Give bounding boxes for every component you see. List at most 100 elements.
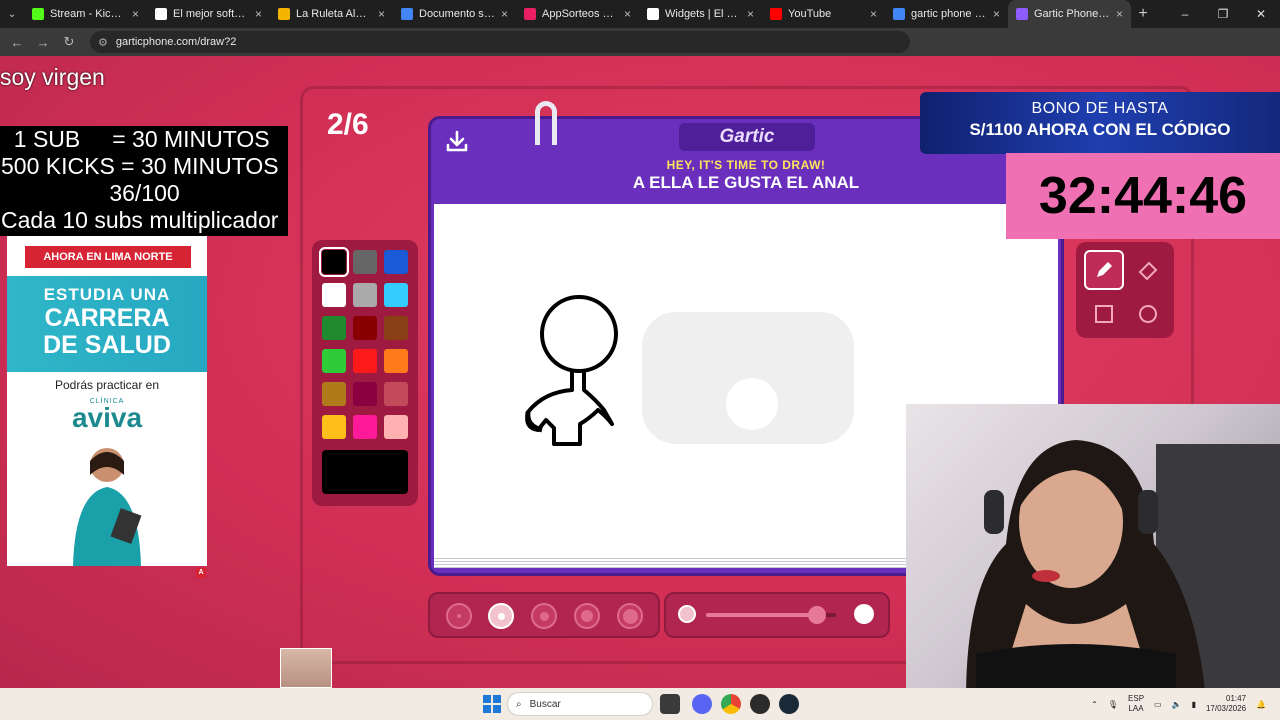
color-swatch[interactable] <box>322 415 346 439</box>
tab-close-icon[interactable]: × <box>501 7 508 21</box>
streamer-image <box>966 440 1280 688</box>
notifications-icon[interactable]: 🔔 <box>1256 700 1266 709</box>
restore-button[interactable]: ❐ <box>1204 0 1242 28</box>
steam-icon[interactable] <box>779 694 799 714</box>
tab-close-icon[interactable]: × <box>255 7 262 21</box>
tab-favicon-icon <box>32 8 44 20</box>
opacity-slider-thumb[interactable] <box>808 606 826 624</box>
brush-size-4[interactable] <box>574 603 600 629</box>
multiplier-text: Cada 10 subs multiplicador <box>1 207 279 233</box>
color-swatch[interactable] <box>384 283 408 307</box>
minimize-button[interactable]: – <box>1166 0 1204 28</box>
battery-icon[interactable]: ▮ <box>1192 700 1196 709</box>
tab-close-icon[interactable]: × <box>1116 7 1123 21</box>
language-indicator[interactable]: ESP LAA <box>1128 694 1144 714</box>
color-swatch[interactable] <box>322 283 346 307</box>
back-button[interactable]: ← <box>6 31 28 53</box>
browser-tab[interactable]: Widgets | El mejor so × <box>639 0 762 28</box>
opacity-max-icon <box>854 604 874 624</box>
browser-tab[interactable]: Gartic Phone - The Te × <box>1008 0 1131 28</box>
tab-label: El mejor software <box>173 8 249 20</box>
rectangle-tool[interactable] <box>1084 294 1124 334</box>
browser-tab[interactable]: Stream - Kick Dashbo × <box>24 0 147 28</box>
discord-icon[interactable] <box>692 694 712 714</box>
windows-start-icon[interactable] <box>483 695 501 713</box>
clock[interactable]: 01:47 17/03/2026 <box>1206 694 1246 714</box>
tab-favicon-icon <box>1016 8 1028 20</box>
ad-choices-icon[interactable]: A <box>196 568 206 578</box>
tab-search-button[interactable]: ⌄ <box>0 0 24 28</box>
color-swatch[interactable] <box>384 415 408 439</box>
tab-label: Widgets | El mejor so <box>665 8 741 20</box>
browser-tab[interactable]: Documento sin título × <box>393 0 516 28</box>
obs-icon[interactable] <box>750 694 770 714</box>
color-swatch[interactable] <box>322 382 346 406</box>
microphone-icon[interactable]: 🎙 <box>1108 700 1118 709</box>
search-icon: ⌕ <box>516 698 522 710</box>
ad-headline-1: ESTUDIA UNA <box>43 285 171 304</box>
advertisement[interactable]: AHORA EN LIMA NORTE ESTUDIA UNA CARRERA … <box>7 236 207 566</box>
color-swatch[interactable] <box>384 250 408 274</box>
site-info-icon[interactable]: ⚙ <box>98 36 108 49</box>
color-swatch[interactable] <box>353 382 377 406</box>
tab-label: YouTube <box>788 8 832 20</box>
new-tab-button[interactable]: + <box>1131 5 1155 23</box>
chrome-icon[interactable] <box>721 694 741 714</box>
color-swatch[interactable] <box>322 349 346 373</box>
color-swatch[interactable] <box>353 415 377 439</box>
eraser-tool[interactable] <box>1128 250 1168 290</box>
volume-icon[interactable]: 🔈 <box>1172 700 1182 709</box>
color-swatch[interactable] <box>322 316 346 340</box>
ad-headline-3: DE SALUD <box>43 331 171 359</box>
tab-label: gartic phone - Buscar <box>911 8 987 20</box>
tab-close-icon[interactable]: × <box>624 7 631 21</box>
color-swatch[interactable] <box>353 349 377 373</box>
color-swatch[interactable] <box>353 283 377 307</box>
brush-size-5[interactable] <box>617 603 643 629</box>
network-icon[interactable]: ▭ <box>1154 700 1162 709</box>
brush-size-3[interactable] <box>531 603 557 629</box>
browser-tab[interactable]: YouTube × <box>762 0 885 28</box>
color-swatch[interactable] <box>319 247 349 277</box>
color-swatch[interactable] <box>353 316 377 340</box>
color-swatch[interactable] <box>353 250 377 274</box>
tool-panel <box>1076 242 1174 338</box>
close-window-button[interactable]: ✕ <box>1242 0 1280 28</box>
tab-favicon-icon <box>893 8 905 20</box>
browser-tab[interactable]: El mejor software × <box>147 0 270 28</box>
brush-size-2[interactable] <box>488 603 514 629</box>
sub-rule-line: 1 SUB = 30 MINUTOS <box>1 126 270 152</box>
gartic-phone-watermark <box>642 312 854 444</box>
pencil-tool[interactable] <box>1084 250 1124 290</box>
tab-favicon-icon <box>278 8 290 20</box>
color-swatch[interactable] <box>384 382 408 406</box>
tab-close-icon[interactable]: × <box>747 7 754 21</box>
tab-label: La Ruleta Aleatoria <box>296 8 372 20</box>
ad-subtext: Podrás practicar en <box>54 378 160 392</box>
color-swatch[interactable] <box>384 349 408 373</box>
stream-overlay-title: soy virgen <box>0 64 105 90</box>
tab-close-icon[interactable]: × <box>378 7 385 21</box>
ellipse-tool[interactable] <box>1128 294 1168 334</box>
browser-tab[interactable]: gartic phone - Buscar × <box>885 0 1008 28</box>
tab-favicon-icon <box>524 8 536 20</box>
taskbar-search[interactable]: ⌕ Buscar <box>507 692 653 716</box>
browser-tab[interactable]: La Ruleta Aleatoria × <box>270 0 393 28</box>
tab-close-icon[interactable]: × <box>870 7 877 21</box>
download-icon[interactable] <box>445 129 469 153</box>
forward-button[interactable]: → <box>32 31 54 53</box>
tab-favicon-icon <box>401 8 413 20</box>
binder-ring-left <box>535 101 557 145</box>
tab-close-icon[interactable]: × <box>993 7 1000 21</box>
reload-button[interactable]: ↻ <box>58 31 80 53</box>
brush-size-1[interactable] <box>446 603 472 629</box>
color-palette <box>312 240 418 506</box>
tray-overflow-icon[interactable]: ⌃ <box>1091 700 1098 709</box>
browser-tab[interactable]: AppSorteos – La Rule × <box>516 0 639 28</box>
ad-badge-prefix: AHORA EN <box>43 251 102 263</box>
color-swatch[interactable] <box>384 316 408 340</box>
task-view-icon[interactable] <box>660 694 680 714</box>
url-field[interactable]: ⚙ garticphone.com/draw?2 <box>90 31 910 53</box>
tab-close-icon[interactable]: × <box>132 7 139 21</box>
clinic-name: aviva <box>71 402 143 433</box>
